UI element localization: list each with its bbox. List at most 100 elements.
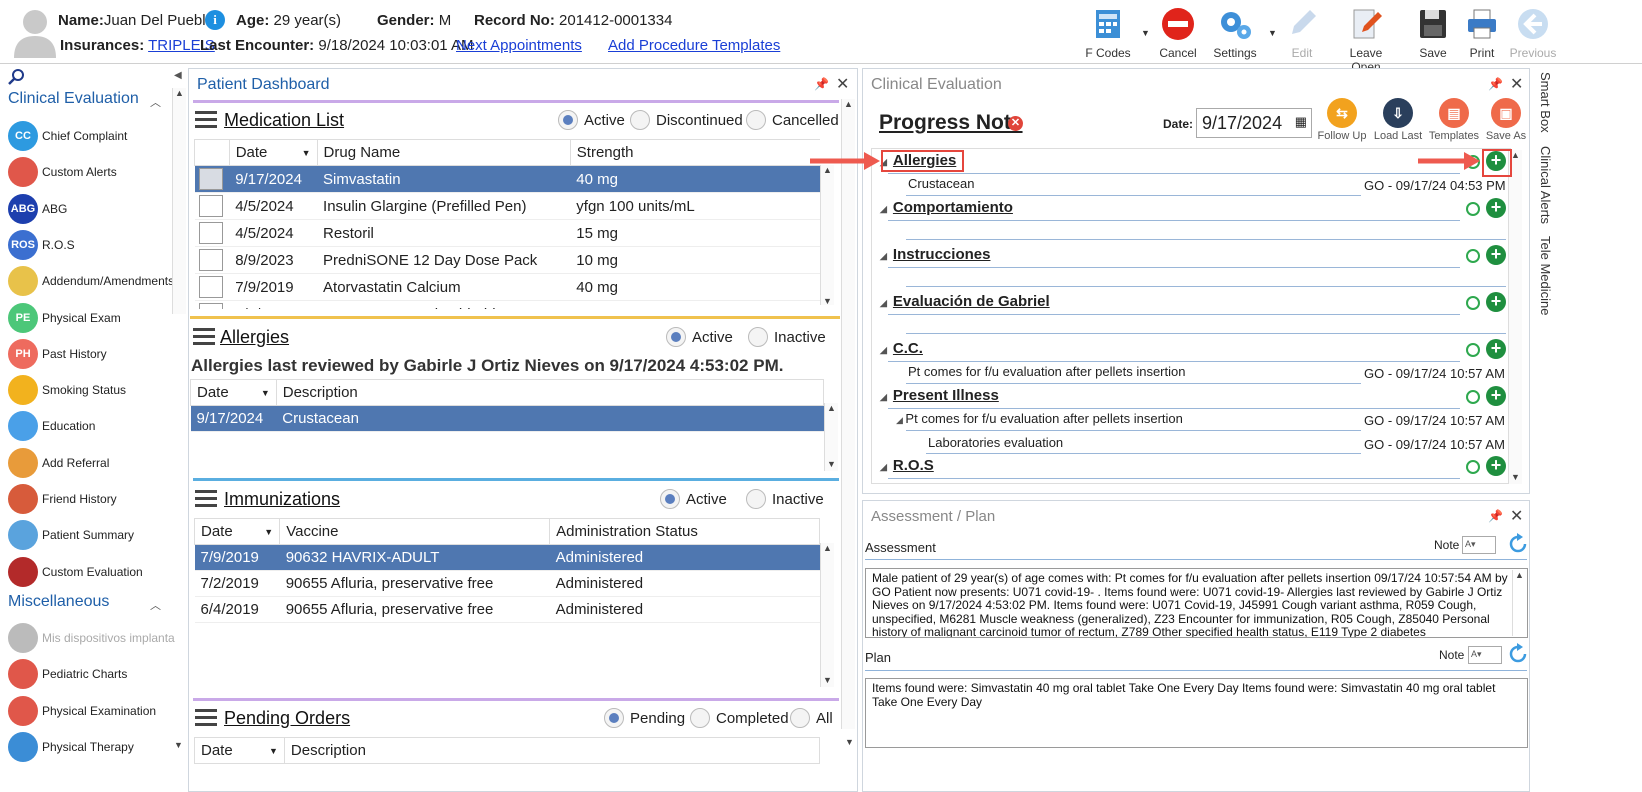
- sidebar-item-friend-history[interactable]: Friend History: [8, 481, 184, 517]
- column-header-description[interactable]: Description: [275, 379, 825, 406]
- remove-note-icon[interactable]: ✕: [1008, 116, 1023, 131]
- add-item-button[interactable]: +: [1486, 456, 1506, 476]
- radio-all[interactable]: All: [790, 708, 833, 728]
- collapse-sidebar-icon[interactable]: ◀: [174, 70, 182, 81]
- radio-active[interactable]: Active: [660, 489, 727, 509]
- section-c-c[interactable]: ◢ C.C.: [880, 340, 923, 357]
- section-evaluaci-n-de-gabriel[interactable]: ◢ Evaluación de Gabriel: [880, 293, 1050, 310]
- cancel-button[interactable]: Cancel: [1148, 6, 1208, 60]
- sort-icon[interactable]: ▼: [261, 388, 270, 398]
- sidebar-item-physical-exam[interactable]: PE Physical Exam: [8, 300, 184, 336]
- sidebar-item-smoking-status[interactable]: Smoking Status: [8, 372, 184, 408]
- follow-up-button[interactable]: ⇆ Follow Up: [1314, 98, 1370, 142]
- add-item-button[interactable]: +: [1486, 198, 1506, 218]
- sidebar-item-patient-summary[interactable]: Patient Summary: [8, 517, 184, 553]
- sidebar-item-custom-alerts[interactable]: Custom Alerts: [8, 154, 184, 190]
- sidebar-item-add-referral[interactable]: Add Referral: [8, 445, 184, 481]
- f-codes-button[interactable]: F Codes: [1078, 6, 1138, 60]
- table-row[interactable]: 6/4/2019 90655 Afluria, preservative free…: [194, 596, 820, 623]
- radio-button[interactable]: [666, 327, 686, 347]
- radio-active[interactable]: Active: [666, 327, 733, 347]
- medication-scrollbar[interactable]: ▲: [820, 165, 834, 305]
- scroll-down-icon[interactable]: ▼: [174, 740, 183, 750]
- refresh-icon[interactable]: [1507, 643, 1529, 665]
- sidebar-item-abg[interactable]: ABG ABG: [8, 191, 184, 227]
- alarm-clock-icon[interactable]: [1466, 296, 1480, 310]
- sidebar-item-physical-examination[interactable]: Physical Examination: [8, 693, 184, 729]
- assessment-scrollbar[interactable]: ▲: [1512, 570, 1526, 636]
- row-checkbox[interactable]: [198, 276, 223, 298]
- radio-button[interactable]: [604, 708, 624, 728]
- radio-inactive[interactable]: Inactive: [748, 327, 826, 347]
- add-item-button[interactable]: +: [1486, 386, 1506, 406]
- column-header-administration-status[interactable]: Administration Status: [549, 518, 820, 545]
- expand-triangle-icon[interactable]: ◢: [880, 204, 887, 215]
- sidebar-item-past-history[interactable]: PH Past History: [8, 336, 184, 372]
- add-item-button[interactable]: +: [1486, 292, 1506, 312]
- expand-triangle-icon[interactable]: ◢: [880, 462, 887, 473]
- row-checkbox[interactable]: [198, 303, 223, 309]
- pin-icon[interactable]: 📌: [1488, 509, 1503, 523]
- settings-button[interactable]: Settings: [1205, 6, 1265, 60]
- radio-button[interactable]: [630, 110, 650, 130]
- section-r-o-s[interactable]: ◢ R.O.S: [880, 457, 934, 474]
- section-comportamiento[interactable]: ◢ Comportamiento: [880, 199, 1013, 216]
- sort-icon[interactable]: ▼: [302, 148, 311, 158]
- add-item-button[interactable]: +: [1486, 245, 1506, 265]
- radio-inactive[interactable]: Inactive: [746, 489, 824, 509]
- expand-triangle-icon[interactable]: ◢: [896, 415, 905, 425]
- section-miscellaneous[interactable]: Miscellaneous: [8, 593, 109, 611]
- allergies-title[interactable]: Allergies: [220, 327, 289, 348]
- expand-triangle-icon[interactable]: ◢: [880, 298, 887, 309]
- scroll-down-icon[interactable]: ▼: [823, 296, 832, 306]
- table-row[interactable]: 7/9/2019 90632 HAVRIX-ADULT Administered: [194, 544, 820, 571]
- column-header-drug-name[interactable]: Drug Name: [316, 139, 571, 166]
- section-present-illness[interactable]: ◢ Present Illness: [880, 387, 999, 404]
- column-header-description[interactable]: Description: [283, 737, 820, 764]
- column-header-date[interactable]: Date ▼: [194, 737, 285, 764]
- sort-icon[interactable]: ▼: [269, 746, 278, 756]
- add-item-button[interactable]: +: [1486, 339, 1506, 359]
- row-checkbox[interactable]: [198, 168, 223, 190]
- column-header-date[interactable]: Date ▼: [193, 518, 281, 545]
- radio-discontinued[interactable]: Discontinued: [630, 110, 743, 130]
- menu-icon[interactable]: [195, 490, 217, 508]
- search-icon[interactable]: [8, 68, 26, 86]
- alarm-clock-icon[interactable]: [1466, 202, 1480, 216]
- templates-button[interactable]: ▤ Templates: [1426, 98, 1482, 142]
- load-last-button[interactable]: ⇩ Load Last: [1370, 98, 1426, 142]
- section-clinical-evaluation[interactable]: Clinical Evaluation: [8, 90, 139, 108]
- immunizations-title[interactable]: Immunizations: [224, 489, 340, 510]
- sidebar-item-physical-therapy[interactable]: Physical Therapy: [8, 729, 184, 765]
- alarm-clock-icon[interactable]: [1466, 460, 1480, 474]
- assessment-textarea[interactable]: Male patient of 29 year(s) of age comes …: [865, 568, 1528, 638]
- close-icon[interactable]: ✕: [1510, 74, 1523, 94]
- radio-active[interactable]: Active: [558, 110, 625, 130]
- table-row[interactable]: 7/2/2019 90655 Afluria, preservative free…: [194, 570, 820, 597]
- radio-button[interactable]: [748, 327, 768, 347]
- radio-button[interactable]: [690, 708, 710, 728]
- close-icon[interactable]: ✕: [836, 74, 849, 94]
- table-row[interactable]: 7/9/2019MetFORMIN Hydrochloride500: [194, 300, 820, 309]
- scroll-down-icon[interactable]: ▼: [823, 675, 832, 685]
- scroll-down-icon[interactable]: ▼: [845, 737, 854, 747]
- section-item[interactable]: Pt comes for f/u evaluation after pellet…: [908, 364, 1185, 379]
- previous-button[interactable]: Previous: [1503, 6, 1563, 60]
- sidebar-scrollbar[interactable]: ▲: [172, 88, 186, 314]
- menu-icon[interactable]: [195, 111, 217, 129]
- sidebar-item-chief-complaint[interactable]: CC Chief Complaint: [8, 118, 184, 154]
- immunizations-scrollbar[interactable]: ▲: [820, 543, 834, 687]
- tab-tele-medicine[interactable]: Tele Medicine: [1538, 236, 1553, 316]
- row-checkbox[interactable]: [198, 249, 223, 271]
- scroll-down-icon[interactable]: ▼: [1511, 472, 1520, 482]
- column-header-date[interactable]: Date ▼: [228, 139, 318, 166]
- radio-button[interactable]: [790, 708, 810, 728]
- sidebar-item-mis-dispositivos-implanta[interactable]: Mis dispositivos implanta: [8, 620, 184, 656]
- sidebar-item-custom-evaluation[interactable]: Custom Evaluation: [8, 554, 184, 590]
- sidebar-item-education[interactable]: Education: [8, 408, 184, 444]
- scroll-down-icon[interactable]: ▼: [827, 459, 836, 469]
- edit-button[interactable]: Edit: [1272, 6, 1332, 60]
- column-header-strength[interactable]: Strength: [569, 139, 820, 166]
- radio-cancelled[interactable]: Cancelled: [746, 110, 839, 130]
- sidebar-item-addendum-amendments[interactable]: Addendum/Amendments: [8, 263, 184, 299]
